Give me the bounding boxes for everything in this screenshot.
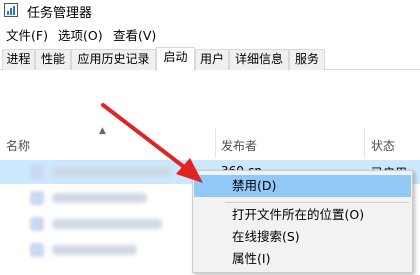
title-bar: 任务管理器 bbox=[0, 0, 420, 21]
chevron-up-icon[interactable]: ▲ bbox=[99, 126, 106, 136]
app-icon bbox=[30, 191, 44, 205]
tab-processes[interactable]: 进程 bbox=[2, 49, 35, 70]
tab-users[interactable]: 用户 bbox=[195, 49, 229, 70]
app-icon bbox=[30, 217, 44, 231]
menu-view[interactable]: 查看(V) bbox=[113, 25, 156, 44]
tab-services[interactable]: 服务 bbox=[289, 49, 325, 70]
window-title: 任务管理器 bbox=[27, 6, 93, 21]
menu-item-open-file-location[interactable]: 打开文件所在的位置(O) bbox=[194, 204, 411, 226]
app-name-blurred bbox=[52, 167, 172, 177]
menu-separator bbox=[225, 202, 409, 203]
menu-options[interactable]: 选项(O) bbox=[58, 25, 103, 44]
tab-performance[interactable]: 性能 bbox=[35, 49, 71, 70]
menu-bar: 文件(F) 选项(O) 查看(V) bbox=[0, 24, 420, 44]
app-name-blurred bbox=[52, 193, 147, 203]
menu-item-disable[interactable]: 禁用(D) bbox=[194, 175, 411, 197]
tab-app-history[interactable]: 应用历史记录 bbox=[71, 49, 156, 70]
tab-startup[interactable]: 启动 bbox=[156, 47, 195, 71]
context-menu: 禁用(D) 打开文件所在的位置(O) 在线搜索(S) 属性(I) bbox=[192, 170, 413, 273]
task-manager-icon bbox=[4, 3, 18, 17]
column-divider[interactable] bbox=[215, 128, 216, 158]
tab-bar: 进程 性能 应用历史记录 启动 用户 详细信息 服务 bbox=[0, 47, 420, 71]
menu-file[interactable]: 文件(F) bbox=[6, 25, 48, 44]
app-name-blurred bbox=[52, 219, 162, 229]
app-icon bbox=[30, 165, 44, 179]
menu-item-search-online[interactable]: 在线搜索(S) bbox=[194, 226, 411, 248]
menu-item-properties[interactable]: 属性(I) bbox=[194, 248, 411, 270]
app-icon bbox=[30, 243, 44, 257]
tab-details[interactable]: 详细信息 bbox=[229, 49, 289, 70]
column-divider[interactable] bbox=[364, 128, 365, 158]
app-name-blurred bbox=[52, 245, 137, 255]
